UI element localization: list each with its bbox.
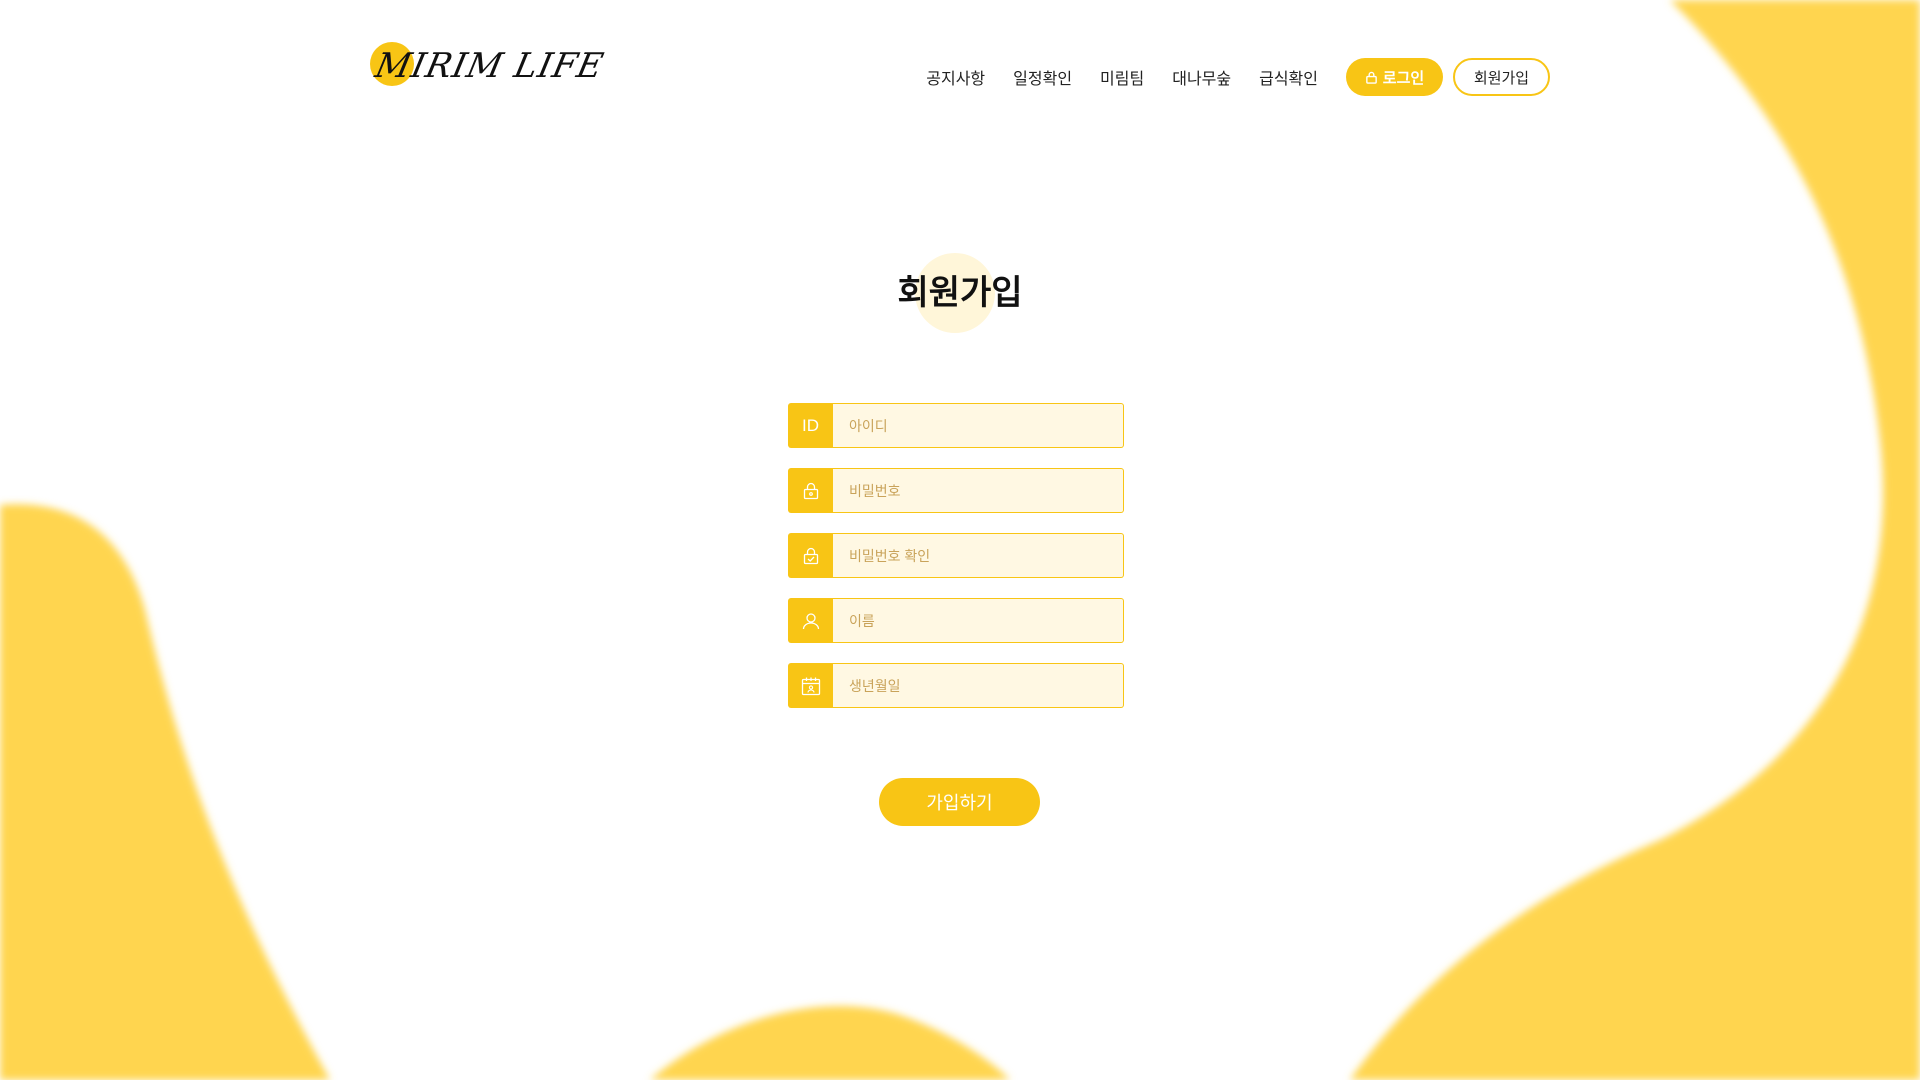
id-icon: ID <box>788 403 833 448</box>
name-row <box>788 598 1124 643</box>
signup-nav-label: 회원가입 <box>1473 69 1530 87</box>
user-icon <box>788 598 833 643</box>
calendar-icon <box>788 663 833 708</box>
id-input[interactable] <box>833 403 1124 448</box>
password-input[interactable] <box>833 468 1124 513</box>
nav-item-notice[interactable]: 공지사항 <box>926 65 985 89</box>
login-button[interactable]: 로그인 <box>1346 58 1443 96</box>
nav-item-meal[interactable]: 급식확인 <box>1259 65 1318 89</box>
submit-signup-button[interactable]: 가입하기 <box>879 778 1040 826</box>
logo-wordmark: MIRIM LIFE <box>371 46 608 86</box>
page-title: 회원가입 <box>897 274 1023 312</box>
lock-check-icon <box>788 533 833 578</box>
top-nav: 공지사항 일정확인 미림팀 대나무숲 급식확인 로그인 회원가입 <box>926 58 1550 96</box>
name-input[interactable] <box>833 598 1124 643</box>
nav-item-schedule[interactable]: 일정확인 <box>1013 65 1072 89</box>
nav-item-team[interactable]: 미림팀 <box>1100 65 1144 89</box>
id-row: ID <box>788 403 1124 448</box>
logo[interactable]: MIRIM LIFE <box>368 38 608 94</box>
lock-icon <box>788 468 833 513</box>
lock-icon <box>1365 71 1377 84</box>
password-confirm-row <box>788 533 1124 578</box>
birthdate-row <box>788 663 1124 708</box>
login-label: 로그인 <box>1382 69 1425 87</box>
nav-item-bamboo[interactable]: 대나무숲 <box>1172 65 1231 89</box>
signup-nav-button[interactable]: 회원가입 <box>1453 58 1550 96</box>
password-row <box>788 468 1124 513</box>
password-confirm-input[interactable] <box>833 533 1124 578</box>
birthdate-input[interactable] <box>833 663 1124 708</box>
title-wrap: 회원가입 <box>0 250 1920 336</box>
signup-form: ID <box>788 403 1124 728</box>
